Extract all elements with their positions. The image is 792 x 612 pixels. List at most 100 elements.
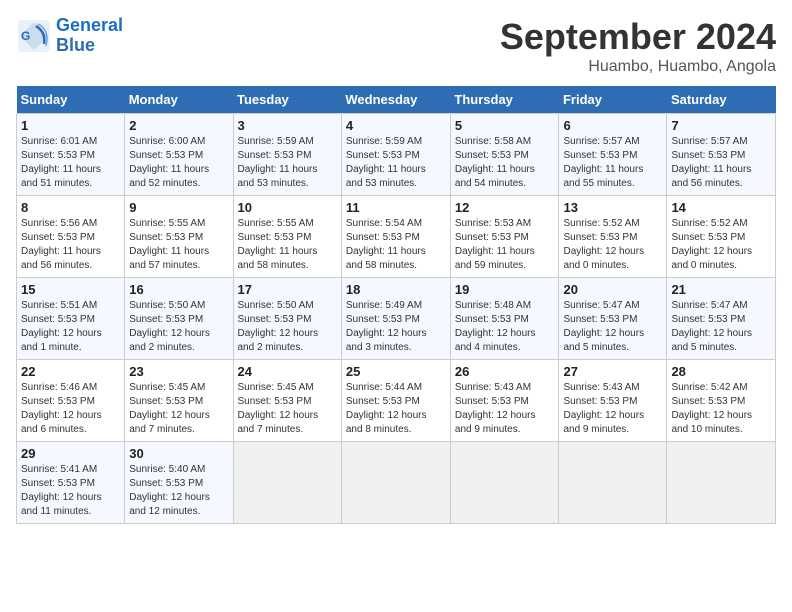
day-number: 4 [346, 118, 446, 133]
calendar-cell: 15 Sunrise: 5:51 AM Sunset: 5:53 PM Dayli… [17, 278, 125, 360]
day-detail: Sunrise: 5:59 AM Sunset: 5:53 PM Dayligh… [238, 135, 337, 191]
day-detail: Sunrise: 5:51 AM Sunset: 5:53 PM Dayligh… [21, 299, 120, 355]
day-number: 11 [346, 200, 446, 215]
day-number: 13 [563, 200, 662, 215]
calendar-cell: 6 Sunrise: 5:57 AM Sunset: 5:53 PM Daylig… [559, 114, 667, 196]
day-number: 3 [238, 118, 337, 133]
calendar-week-1: 1 Sunrise: 6:01 AM Sunset: 5:53 PM Daylig… [17, 114, 776, 196]
calendar-cell: 13 Sunrise: 5:52 AM Sunset: 5:53 PM Dayli… [559, 196, 667, 278]
day-detail: Sunrise: 5:55 AM Sunset: 5:53 PM Dayligh… [238, 217, 337, 273]
calendar-cell: 1 Sunrise: 6:01 AM Sunset: 5:53 PM Daylig… [17, 114, 125, 196]
day-detail: Sunrise: 5:43 AM Sunset: 5:53 PM Dayligh… [455, 381, 555, 437]
day-number: 8 [21, 200, 120, 215]
location: Huambo, Huambo, Angola [500, 58, 776, 76]
day-detail: Sunrise: 5:56 AM Sunset: 5:53 PM Dayligh… [21, 217, 120, 273]
day-number: 6 [563, 118, 662, 133]
day-detail: Sunrise: 5:45 AM Sunset: 5:53 PM Dayligh… [238, 381, 337, 437]
day-number: 24 [238, 364, 337, 379]
calendar-cell: 9Sunrise: 5:55 AM Sunset: 5:53 PM Daylig… [125, 196, 233, 278]
logo-general: General [56, 16, 123, 36]
day-detail: Sunrise: 5:59 AM Sunset: 5:53 PM Dayligh… [346, 135, 446, 191]
day-detail: Sunrise: 5:46 AM Sunset: 5:53 PM Dayligh… [21, 381, 120, 437]
day-detail: Sunrise: 5:58 AM Sunset: 5:53 PM Dayligh… [455, 135, 555, 191]
day-detail: Sunrise: 5:41 AM Sunset: 5:53 PM Dayligh… [21, 463, 120, 519]
day-detail: Sunrise: 5:47 AM Sunset: 5:53 PM Dayligh… [563, 299, 662, 355]
calendar-cell: 2 Sunrise: 6:00 AM Sunset: 5:53 PM Daylig… [125, 114, 233, 196]
calendar-cell: 10Sunrise: 5:55 AM Sunset: 5:53 PM Dayli… [233, 196, 341, 278]
day-detail: Sunrise: 5:52 AM Sunset: 5:53 PM Dayligh… [563, 217, 662, 273]
calendar-cell: 29 Sunrise: 5:41 AM Sunset: 5:53 PM Dayli… [17, 442, 125, 524]
calendar-week-3: 15 Sunrise: 5:51 AM Sunset: 5:53 PM Dayli… [17, 278, 776, 360]
calendar-cell: 19 Sunrise: 5:48 AM Sunset: 5:53 PM Dayli… [450, 278, 559, 360]
day-detail: Sunrise: 5:44 AM Sunset: 5:53 PM Dayligh… [346, 381, 446, 437]
calendar-cell: 16 Sunrise: 5:50 AM Sunset: 5:53 PM Dayli… [125, 278, 233, 360]
day-number: 14 [671, 200, 771, 215]
calendar-cell: 7Sunrise: 5:57 AM Sunset: 5:53 PM Daylig… [667, 114, 776, 196]
page-header: G General Blue September 2024 Huambo, Hu… [16, 16, 776, 76]
day-number: 16 [129, 282, 228, 297]
calendar-cell: 5 Sunrise: 5:58 AM Sunset: 5:53 PM Daylig… [450, 114, 559, 196]
calendar-cell: 28 Sunrise: 5:42 AM Sunset: 5:53 PM Dayli… [667, 360, 776, 442]
weekday-header-sunday: Sunday [17, 86, 125, 114]
logo: G General Blue [16, 16, 123, 56]
calendar-cell: 25Sunrise: 5:44 AM Sunset: 5:53 PM Dayli… [341, 360, 450, 442]
day-number: 28 [671, 364, 771, 379]
day-number: 21 [671, 282, 771, 297]
day-detail: Sunrise: 5:49 AM Sunset: 5:53 PM Dayligh… [346, 299, 446, 355]
calendar-cell [341, 442, 450, 524]
day-number: 22 [21, 364, 120, 379]
day-detail: Sunrise: 5:40 AM Sunset: 5:53 PM Dayligh… [129, 463, 228, 519]
calendar-cell: 4 Sunrise: 5:59 AM Sunset: 5:53 PM Daylig… [341, 114, 450, 196]
calendar-cell: 8 Sunrise: 5:56 AM Sunset: 5:53 PM Daylig… [17, 196, 125, 278]
day-detail: Sunrise: 5:54 AM Sunset: 5:53 PM Dayligh… [346, 217, 446, 273]
calendar-cell [667, 442, 776, 524]
day-detail: Sunrise: 5:50 AM Sunset: 5:53 PM Dayligh… [129, 299, 228, 355]
day-detail: Sunrise: 6:00 AM Sunset: 5:53 PM Dayligh… [129, 135, 228, 191]
weekday-header-tuesday: Tuesday [233, 86, 341, 114]
calendar-cell: 22 Sunrise: 5:46 AM Sunset: 5:53 PM Dayli… [17, 360, 125, 442]
calendar-cell: 26 Sunrise: 5:43 AM Sunset: 5:53 PM Dayli… [450, 360, 559, 442]
day-detail: Sunrise: 5:47 AM Sunset: 5:53 PM Dayligh… [671, 299, 771, 355]
svg-text:G: G [21, 29, 30, 43]
calendar-cell: 12Sunrise: 5:53 AM Sunset: 5:53 PM Dayli… [450, 196, 559, 278]
day-detail: Sunrise: 5:48 AM Sunset: 5:53 PM Dayligh… [455, 299, 555, 355]
day-number: 30 [129, 446, 228, 461]
logo-blue: Blue [56, 36, 123, 56]
calendar-cell: 17 Sunrise: 5:50 AM Sunset: 5:53 PM Dayli… [233, 278, 341, 360]
day-detail: Sunrise: 5:42 AM Sunset: 5:53 PM Dayligh… [671, 381, 771, 437]
weekday-header-wednesday: Wednesday [341, 86, 450, 114]
day-detail: Sunrise: 5:50 AM Sunset: 5:53 PM Dayligh… [238, 299, 337, 355]
day-number: 19 [455, 282, 555, 297]
day-detail: Sunrise: 5:52 AM Sunset: 5:53 PM Dayligh… [671, 217, 771, 273]
day-detail: Sunrise: 5:57 AM Sunset: 5:53 PM Dayligh… [563, 135, 662, 191]
day-number: 23 [129, 364, 228, 379]
calendar-cell: 20Sunrise: 5:47 AM Sunset: 5:53 PM Dayli… [559, 278, 667, 360]
month-title: September 2024 [500, 16, 776, 58]
day-number: 15 [21, 282, 120, 297]
calendar-cell: 30 Sunrise: 5:40 AM Sunset: 5:53 PM Dayli… [125, 442, 233, 524]
day-number: 29 [21, 446, 120, 461]
calendar-cell: 24 Sunrise: 5:45 AM Sunset: 5:53 PM Dayli… [233, 360, 341, 442]
calendar-table: SundayMondayTuesdayWednesdayThursdayFrid… [16, 86, 776, 524]
calendar-cell [233, 442, 341, 524]
calendar-cell: 21 Sunrise: 5:47 AM Sunset: 5:53 PM Dayli… [667, 278, 776, 360]
weekday-header-row: SundayMondayTuesdayWednesdayThursdayFrid… [17, 86, 776, 114]
day-number: 17 [238, 282, 337, 297]
day-number: 2 [129, 118, 228, 133]
weekday-header-saturday: Saturday [667, 86, 776, 114]
calendar-cell [559, 442, 667, 524]
day-detail: Sunrise: 5:43 AM Sunset: 5:53 PM Dayligh… [563, 381, 662, 437]
day-number: 26 [455, 364, 555, 379]
day-number: 18 [346, 282, 446, 297]
day-number: 9 [129, 200, 228, 215]
day-number: 7 [671, 118, 771, 133]
calendar-cell [450, 442, 559, 524]
day-number: 5 [455, 118, 555, 133]
calendar-cell: 3 Sunrise: 5:59 AM Sunset: 5:53 PM Daylig… [233, 114, 341, 196]
day-number: 1 [21, 118, 120, 133]
weekday-header-monday: Monday [125, 86, 233, 114]
weekday-header-friday: Friday [559, 86, 667, 114]
day-detail: Sunrise: 6:01 AM Sunset: 5:53 PM Dayligh… [21, 135, 120, 191]
day-detail: Sunrise: 5:53 AM Sunset: 5:53 PM Dayligh… [455, 217, 555, 273]
calendar-week-4: 22 Sunrise: 5:46 AM Sunset: 5:53 PM Dayli… [17, 360, 776, 442]
